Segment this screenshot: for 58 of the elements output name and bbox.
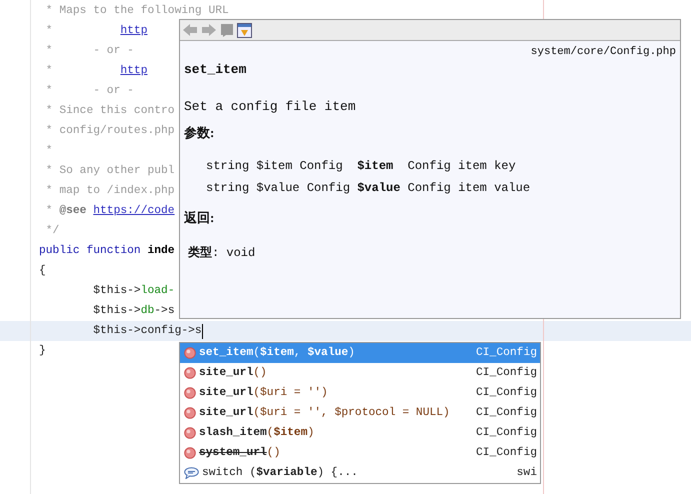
code-line: } <box>39 344 46 359</box>
completion-label: site_url($uri = '') <box>199 387 329 399</box>
code-line: * Maps to the following URL <box>44 4 229 19</box>
completion-item[interactable]: system_url() CI_Config <box>180 443 540 463</box>
code-line: { <box>39 264 46 279</box>
method-title: set_item <box>184 62 248 77</box>
class-name: CI_Config <box>476 347 537 359</box>
completion-label: set_item($item, $value) <box>199 347 356 359</box>
code-line: * http <box>44 24 148 39</box>
method-icon <box>184 447 196 459</box>
completion-item[interactable]: slash_item($item) CI_Config <box>180 423 540 443</box>
returns-heading: 返回: <box>184 209 216 227</box>
back-arrow-icon[interactable] <box>182 23 198 37</box>
class-name: CI_Config <box>476 427 537 439</box>
browser-window-icon[interactable] <box>237 22 252 38</box>
params-heading: 参数: <box>184 124 216 142</box>
code-line: * - or - <box>44 84 134 99</box>
method-icon <box>184 347 196 359</box>
completion-label: site_url($uri = '', $protocol = NULL) <box>199 407 451 419</box>
file-path: system/core/Config.php <box>530 46 676 58</box>
class-name: CI_Config <box>476 367 537 379</box>
code-line: * <box>44 144 53 159</box>
code-line: * Since this contro <box>44 104 175 119</box>
class-name: CI_Config <box>476 387 537 399</box>
code-line: * So any other publ <box>44 164 175 179</box>
return-type-text: 类型: void <box>188 244 256 261</box>
method-icon <box>184 367 196 379</box>
speech-bubble-icon <box>184 467 199 479</box>
code-line: * config/routes.php <box>44 124 175 139</box>
code-line: * http <box>44 64 148 79</box>
code-line: $this->db->s <box>92 304 175 319</box>
method-icon <box>184 427 196 439</box>
completion-label: switch ($variable) {... <box>202 467 359 479</box>
completion-label: system_url() <box>199 447 282 459</box>
completion-item[interactable]: site_url($uri = '') CI_Config <box>180 383 540 403</box>
completion-item[interactable]: site_url($uri = '', $protocol = NULL) CI_Config <box>180 403 540 423</box>
code-line: public function inde <box>39 244 175 259</box>
code-line: $this->load- <box>92 284 175 299</box>
completion-item[interactable]: switch ($variable) {... swi <box>180 463 540 483</box>
code-line: */ <box>44 224 60 239</box>
completion-label: site_url() <box>199 367 268 379</box>
method-icon <box>184 407 196 419</box>
forward-arrow-icon[interactable] <box>201 23 217 37</box>
description-text: Set a config file item <box>184 99 357 114</box>
code-line: * map to /index.php <box>44 184 175 199</box>
class-name: swi <box>516 467 537 479</box>
method-icon <box>184 387 196 399</box>
completion-item[interactable]: site_url() CI_Config <box>180 363 540 383</box>
text-cursor <box>202 324 203 338</box>
code-line: $this->config->s <box>92 324 202 339</box>
code-editor[interactable] <box>0 0 691 494</box>
completion-label: slash_item($item) <box>199 427 316 439</box>
param-text: string $value Config $value Config item value <box>206 181 532 195</box>
code-line: * - or - <box>44 44 134 59</box>
param-text: string $item Config $item Config item key <box>206 159 517 173</box>
class-name: CI_Config <box>476 407 537 419</box>
class-name: CI_Config <box>476 447 537 459</box>
code-line: * @see https://code <box>44 204 175 219</box>
